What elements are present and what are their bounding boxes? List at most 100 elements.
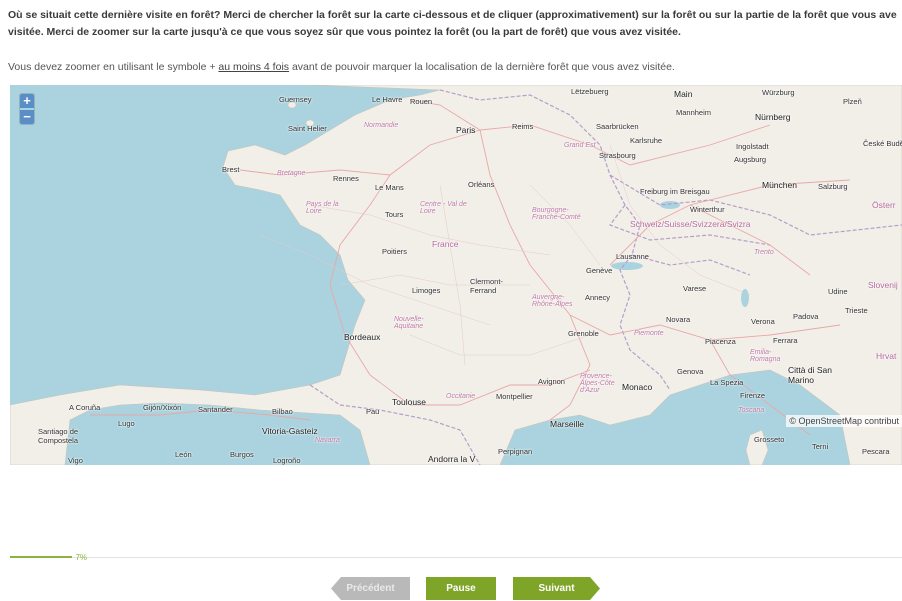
- map-label-winterthur: Winterthur: [690, 205, 725, 214]
- map-label-burgos: Burgos: [230, 450, 254, 459]
- map-label-poitiers: Poitiers: [382, 247, 408, 256]
- map-label-monaco: Monaco: [622, 382, 653, 392]
- question-line-2: visitée. Merci de zoomer sur la carte ju…: [8, 26, 681, 38]
- map-label-nouvelle-aquitaine: Nouvelle-Aquitaine: [394, 316, 424, 330]
- map-label-avignon: Avignon: [538, 377, 565, 386]
- map-label-le-mans: Le Mans: [375, 183, 404, 192]
- zoom-in-button[interactable]: +: [20, 94, 34, 108]
- map-label-france: France: [432, 239, 459, 249]
- map-label-montpellier: Montpellier: [496, 392, 533, 401]
- map-label-karlsruhe: Karlsruhe: [630, 136, 663, 145]
- map-label-occitanie: Occitanie: [446, 393, 476, 400]
- next-button[interactable]: Suivant: [513, 577, 600, 600]
- map-label-tours: Tours: [385, 210, 404, 219]
- zoom-instruction: Vous devez zoomer en utilisant le symbol…: [8, 61, 675, 73]
- map-label-leon: León: [175, 450, 192, 459]
- map-label-a-coruna: A Coruña: [69, 403, 101, 412]
- map-label-provence: Provence-Alpes-Côte d'Azur: [580, 373, 615, 394]
- map-label-pescara: Pescara: [862, 447, 890, 456]
- map-label-navarra: Navarra: [315, 437, 340, 444]
- map-label-schweiz: Schweiz/Suisse/Svizzera/Svizra: [630, 219, 751, 229]
- map-label-udine: Udine: [828, 287, 848, 296]
- map-label-auvergne: Auvergne-Rhône-Alpes: [532, 294, 573, 308]
- map-label-firenze: Firenze: [740, 391, 766, 400]
- map-label-rennes: Rennes: [333, 174, 359, 183]
- map-label-genova: Genova: [677, 367, 704, 376]
- map-label-brest: Brest: [222, 165, 240, 174]
- map-label-emilia: Emilia-Romagna: [750, 349, 781, 363]
- map-label-santiago: Santiago de Compostela: [38, 427, 79, 445]
- map-label-slovenija: Slovenij: [868, 280, 898, 290]
- map-label-ceske: České Budějovice: [863, 139, 902, 148]
- map-label-ferrara: Ferrara: [773, 336, 798, 345]
- map-label-lausanne: Lausanne: [616, 252, 649, 261]
- map-label-augsburg: Augsburg: [734, 155, 767, 164]
- instruction-after: avant de pouvoir marquer la localisation…: [289, 61, 675, 73]
- map-label-salzburg: Salzburg: [818, 182, 848, 191]
- map-label-strasbourg: Strasbourg: [599, 151, 636, 160]
- map-label-ingolstadt: Ingolstadt: [736, 142, 769, 151]
- zoom-out-button[interactable]: −: [20, 110, 34, 124]
- map-label-centre: Centre - Val de Loire: [420, 201, 467, 215]
- progress-bar: 7%: [10, 553, 902, 563]
- map-label-perpignan: Perpignan: [498, 447, 533, 456]
- map-label-reims: Reims: [512, 122, 534, 131]
- map-label-gijon: Gijón/Xixón: [143, 403, 182, 412]
- map-label-guernsey: Guernsey: [279, 95, 312, 104]
- map-label-nurnberg: Nürnberg: [755, 112, 791, 122]
- map-label-logrono: Logroño: [273, 456, 301, 465]
- map[interactable]: + − Guernsey Le Havre Rouen Saint Helier…: [10, 85, 902, 465]
- map-label-verona: Verona: [751, 317, 775, 326]
- map-attribution[interactable]: © OpenStreetMap contribut: [786, 415, 902, 427]
- map-label-luxembourg: Lëtzebuerg: [571, 87, 609, 96]
- map-label-geneve: Genève: [586, 266, 613, 275]
- navigation-bar: Précédent Pause Suivant: [0, 577, 902, 601]
- progress-track: [10, 557, 902, 558]
- map-label-piemonte: Piemonte: [634, 330, 664, 337]
- map-label-hrvat: Hrvat: [876, 351, 897, 361]
- map-label-annecy: Annecy: [585, 293, 611, 302]
- map-label-freiburg: Freiburg im Breisgau: [640, 187, 710, 196]
- map-label-vigo: Vigo: [68, 456, 83, 465]
- map-label-limoges: Limoges: [412, 286, 441, 295]
- map-label-mannheim: Mannheim: [676, 108, 712, 117]
- map-label-grenoble: Grenoble: [568, 329, 599, 338]
- map-label-santander: Santander: [198, 405, 233, 414]
- question-text: Où se situait cette dernière visite en f…: [8, 7, 902, 41]
- map-label-novara: Novara: [666, 315, 691, 324]
- map-label-grand-est: Grand Est: [564, 142, 596, 149]
- map-label-main: Main: [674, 89, 693, 99]
- map-label-pau: Pau: [366, 407, 380, 416]
- map-label-trento: Trento: [754, 249, 774, 256]
- map-label-padova: Padova: [793, 312, 819, 321]
- map-label-le-havre: Le Havre: [372, 95, 403, 104]
- pause-button[interactable]: Pause: [426, 577, 496, 600]
- map-label-terni: Terni: [812, 442, 829, 451]
- zoom-control: + −: [20, 94, 34, 124]
- map-label-citta: Città di San Marino: [788, 365, 832, 385]
- progress-label: 7%: [75, 553, 87, 562]
- map-label-varese: Varese: [683, 284, 707, 293]
- map-label-normandie: Normandie: [364, 122, 399, 129]
- map-label-clermont: Clermont-Ferrand: [470, 277, 503, 295]
- map-label-trieste: Trieste: [845, 306, 868, 315]
- map-label-bretagne: Bretagne: [277, 170, 306, 177]
- previous-button[interactable]: Précédent: [331, 577, 410, 600]
- map-label-orleans: Orléans: [468, 180, 495, 189]
- instruction-emphasis: au moins 4 fois: [218, 61, 290, 73]
- lake-geneva: [611, 262, 643, 270]
- map-label-marseille: Marseille: [550, 419, 585, 429]
- map-label-paris: Paris: [456, 125, 476, 135]
- map-label-saint-helier: Saint Helier: [288, 124, 327, 133]
- map-label-wurzburg: Würzburg: [762, 88, 795, 97]
- instruction-before: Vous devez zoomer en utilisant le symbol…: [8, 61, 219, 73]
- map-label-bilbao: Bilbao: [272, 407, 293, 416]
- map-label-rouen: Rouen: [410, 97, 433, 106]
- question-line-1: Où se situait cette dernière visite en f…: [8, 9, 897, 21]
- map-label-vitoria: Vitoria-Gasteiz: [262, 426, 318, 436]
- map-label-bordeaux: Bordeaux: [344, 332, 381, 342]
- map-label-lugo: Lugo: [118, 419, 135, 428]
- progress-fill: [10, 556, 73, 558]
- map-label-munchen: München: [762, 180, 797, 190]
- map-label-bourgogne: Bourgogne-Franche-Comté: [532, 207, 581, 221]
